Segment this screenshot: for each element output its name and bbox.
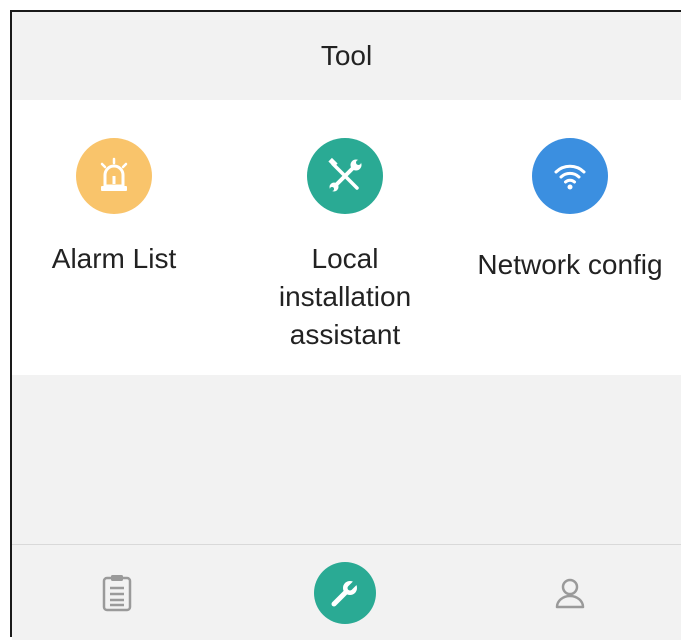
tool-local-installation-assistant[interactable]: Local installation assistant bbox=[235, 138, 455, 354]
tool-label: Local installation assistant bbox=[278, 243, 412, 350]
wifi-icon bbox=[532, 138, 608, 214]
header: Tool bbox=[12, 12, 681, 100]
wrench-icon bbox=[314, 561, 376, 624]
page-title: Tool bbox=[320, 40, 373, 71]
alarm-siren-icon bbox=[76, 138, 152, 214]
nav-item-tool[interactable] bbox=[285, 545, 405, 640]
tools-icon bbox=[307, 138, 383, 214]
tool-alarm-list[interactable]: Alarm List bbox=[4, 138, 224, 278]
tools-panel: Alarm List Local installation assistant bbox=[12, 100, 681, 375]
app-screen: Tool Alarm List Local installation assis… bbox=[10, 10, 681, 640]
tool-network-config[interactable]: Network config bbox=[460, 138, 680, 284]
bottom-nav bbox=[12, 544, 681, 640]
tool-label: Network config bbox=[477, 249, 663, 280]
nav-item-user[interactable] bbox=[510, 545, 630, 640]
tool-label: Alarm List bbox=[51, 243, 177, 274]
clipboard-list-icon bbox=[102, 574, 132, 611]
user-icon bbox=[555, 578, 585, 608]
nav-item-list[interactable] bbox=[57, 545, 177, 640]
